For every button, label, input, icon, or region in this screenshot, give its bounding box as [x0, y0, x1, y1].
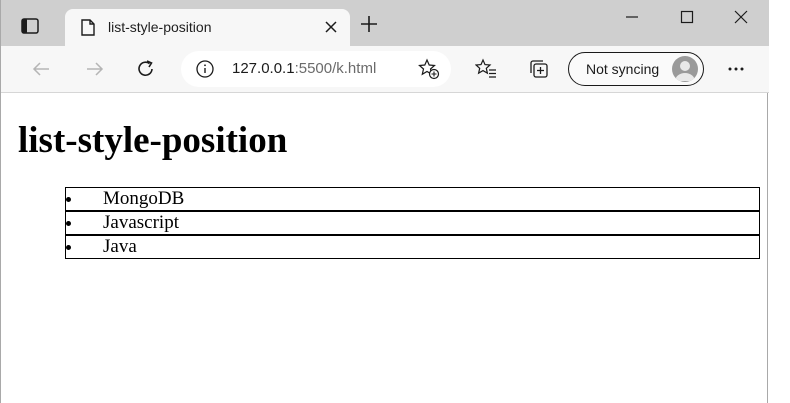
plus-icon[interactable]: [359, 14, 381, 36]
forward-arrow-icon[interactable]: [83, 57, 107, 81]
language-list: MongoDB Javascript Java: [65, 187, 760, 259]
list-item: MongoDB: [65, 187, 760, 211]
url-text[interactable]: 127.0.0.1:5500/k.html: [232, 60, 376, 77]
minimize-icon[interactable]: [617, 6, 647, 28]
page-heading: list-style-position: [18, 120, 288, 161]
list-item: Java: [65, 235, 760, 259]
info-icon[interactable]: [195, 59, 215, 79]
active-tab[interactable]: list-style-position: [65, 9, 350, 46]
list-item-label: Javascript: [103, 212, 179, 233]
collections-icon[interactable]: [527, 57, 551, 81]
avatar: [672, 56, 698, 82]
page-icon: [81, 19, 95, 36]
back-arrow-icon[interactable]: [29, 57, 53, 81]
favorites-icon[interactable]: [474, 57, 498, 81]
toolbar: 127.0.0.1:5500/k.html Not syncing: [1, 46, 769, 93]
star-plus-icon[interactable]: [418, 58, 440, 80]
tab-strip: list-style-position: [1, 0, 769, 46]
browser-window: list-style-position 127.0.0.1:5500/k.htm…: [0, 0, 769, 403]
list-item-label: Java: [103, 236, 137, 257]
sync-button[interactable]: Not syncing: [568, 52, 704, 86]
page-content: list-style-position MongoDB Javascript J…: [1, 93, 767, 403]
tab-title: list-style-position: [108, 19, 212, 35]
url-path: :5500/k.html: [294, 60, 377, 77]
list-item-label: MongoDB: [103, 188, 185, 209]
window-close-icon[interactable]: [726, 6, 756, 28]
list-item: Javascript: [65, 211, 760, 235]
refresh-icon[interactable]: [134, 57, 158, 81]
more-icon[interactable]: [724, 57, 748, 81]
close-icon[interactable]: [323, 19, 339, 35]
sync-label: Not syncing: [586, 61, 660, 77]
maximize-icon[interactable]: [672, 6, 702, 28]
tab-actions-icon[interactable]: [19, 15, 41, 37]
url-host: 127.0.0.1: [232, 60, 295, 77]
address-bar[interactable]: 127.0.0.1:5500/k.html: [181, 51, 451, 87]
